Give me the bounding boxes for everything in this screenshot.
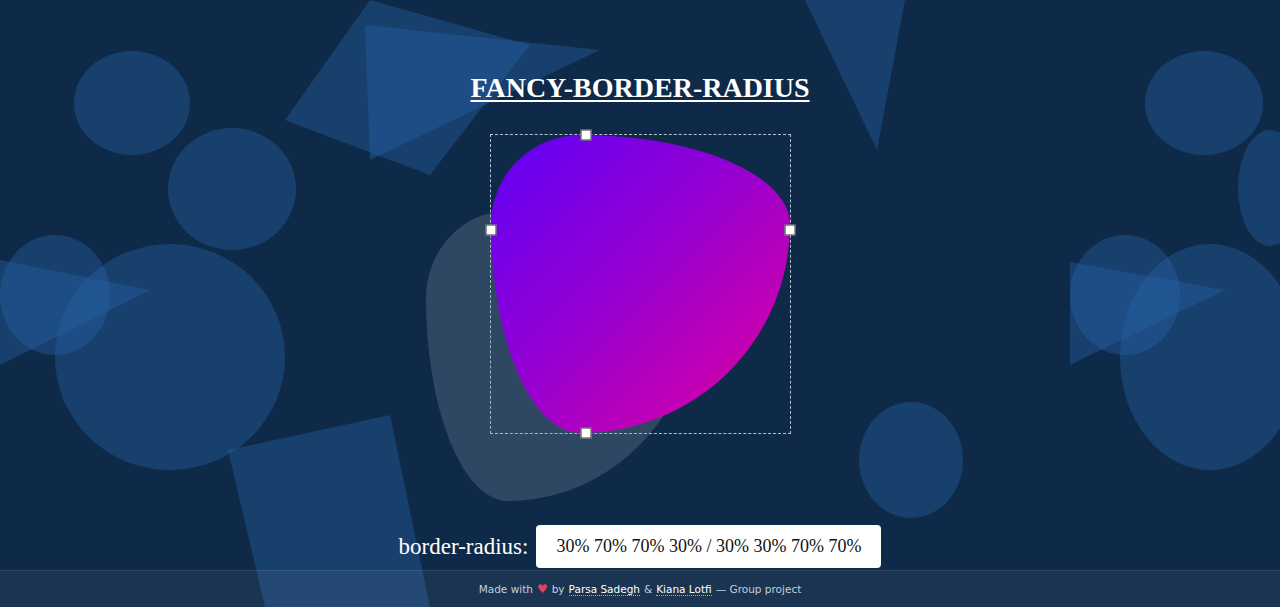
left-handle[interactable] xyxy=(485,225,496,236)
page-title: FANCY-BORDER-RADIUS xyxy=(470,70,809,106)
page: FANCY-BORDER-RADIUS border-radius: 30% 70%… xyxy=(0,0,1280,607)
footer-text: Made with xyxy=(479,583,533,595)
author-link[interactable]: Kiana Lotfi xyxy=(656,583,711,596)
author-link[interactable]: Parsa Sadegh xyxy=(569,583,640,596)
border-radius-field[interactable]: 30% 70% 70% 30% / 30% 30% 70% 70% xyxy=(536,525,881,568)
control-row: border-radius: 30% 70% 70% 30% / 30% 30% … xyxy=(399,525,882,568)
bottom-handle[interactable] xyxy=(581,428,592,439)
content: FANCY-BORDER-RADIUS border-radius: 30% 70%… xyxy=(0,0,1280,570)
heart-icon: ♥ xyxy=(537,582,548,596)
footer: Made with ♥ by Parsa Sadegh&Kiana Lotfi — Gr… xyxy=(0,570,1280,607)
shape-editor xyxy=(490,134,791,434)
blob-shape xyxy=(491,135,790,433)
top-handle[interactable] xyxy=(581,130,592,141)
footer-text: by xyxy=(552,583,565,595)
border-radius-label: border-radius: xyxy=(399,534,529,560)
footer-text: — Group project xyxy=(716,583,802,595)
footer-text: & xyxy=(644,583,652,595)
right-handle[interactable] xyxy=(784,225,795,236)
